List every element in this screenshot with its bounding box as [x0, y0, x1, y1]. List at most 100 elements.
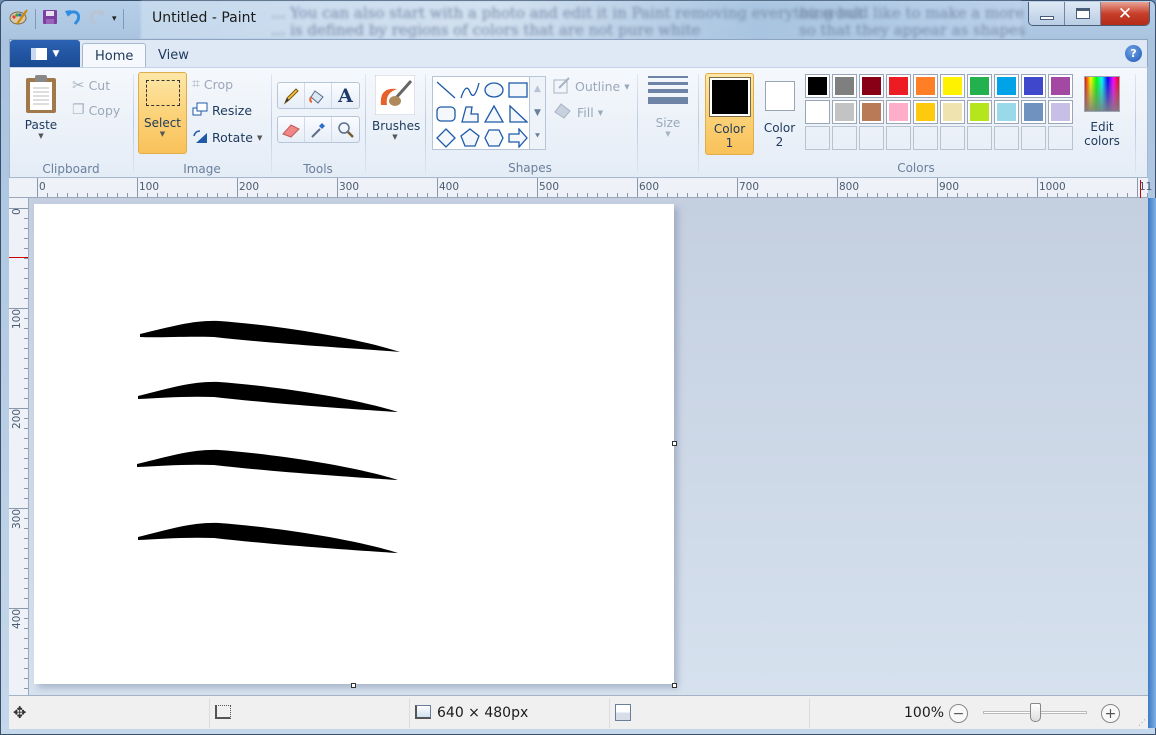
help-icon[interactable]: ?: [1125, 45, 1142, 62]
palette-swatch[interactable]: [1021, 100, 1046, 124]
maximize-button[interactable]: [1065, 2, 1101, 25]
application-menu-button[interactable]: ▼: [10, 40, 80, 67]
palette-swatch[interactable]: [832, 74, 857, 98]
custom-color-slot[interactable]: [1048, 126, 1073, 150]
scroll-up-icon[interactable]: ▲: [534, 84, 541, 94]
resize-handle-right[interactable]: [672, 441, 677, 446]
text-icon[interactable]: A: [332, 83, 359, 108]
custom-color-slot[interactable]: [967, 126, 992, 150]
crop-button[interactable]: ⌗ Crop: [192, 76, 233, 92]
palette-swatch[interactable]: [805, 74, 830, 98]
resize-handle-corner[interactable]: [672, 683, 677, 688]
right-arrow-shape-icon[interactable]: [506, 126, 530, 150]
line-size-icon: [648, 76, 688, 104]
custom-color-slot[interactable]: [886, 126, 911, 150]
right-triangle-shape-icon[interactable]: [506, 102, 530, 126]
color1-label: Color: [713, 122, 746, 136]
tab-home[interactable]: Home: [82, 43, 147, 68]
paste-button[interactable]: Paste ▼: [18, 74, 64, 140]
menu-icon: [30, 47, 47, 60]
custom-color-slot[interactable]: [940, 126, 965, 150]
size-button[interactable]: Size ▼: [645, 76, 691, 138]
resize-button[interactable]: Resize: [192, 102, 252, 119]
palette-swatch[interactable]: [994, 74, 1019, 98]
minimize-button[interactable]: [1029, 2, 1065, 25]
palette-swatch[interactable]: [967, 100, 992, 124]
undo-icon[interactable]: [64, 8, 82, 30]
canvas-workspace: [29, 198, 1148, 695]
custom-color-slot[interactable]: [1021, 126, 1046, 150]
pentagon-shape-icon[interactable]: [458, 126, 482, 150]
palette-swatch[interactable]: [940, 74, 965, 98]
palette-swatch[interactable]: [832, 100, 857, 124]
custom-color-slot[interactable]: [859, 126, 884, 150]
rotate-button[interactable]: Rotate ▼: [192, 128, 262, 147]
outline-button[interactable]: Outline ▼: [553, 76, 630, 97]
oval-shape-icon[interactable]: [482, 78, 506, 102]
customize-dropdown-icon[interactable]: ▾: [112, 14, 117, 24]
palette-swatch[interactable]: [940, 100, 965, 124]
curve-shape-icon[interactable]: [458, 78, 482, 102]
line-shape-icon[interactable]: [434, 78, 458, 102]
palette-swatch[interactable]: [913, 74, 938, 98]
palette-swatch[interactable]: [967, 74, 992, 98]
polygon-shape-icon[interactable]: [458, 102, 482, 126]
fill-button[interactable]: Fill ▼: [553, 102, 603, 123]
eraser-icon[interactable]: [278, 117, 305, 142]
cut-button[interactable]: ✂ Cut: [72, 76, 110, 94]
close-button[interactable]: ✕: [1101, 2, 1149, 25]
palette-swatch[interactable]: [859, 100, 884, 124]
magnifier-icon[interactable]: [332, 117, 359, 142]
title-bar[interactable]: ▾ Untitled - Paint ✕: [1, 1, 1155, 39]
rounded-rectangle-shape-icon[interactable]: [434, 102, 458, 126]
resize-grip-icon[interactable]: ⋰: [1138, 718, 1146, 727]
palette-swatch[interactable]: [913, 100, 938, 124]
redo-icon[interactable]: [88, 8, 106, 30]
fill-bucket-icon[interactable]: [305, 83, 332, 108]
edit-colors-button[interactable]: Edit colors: [1080, 76, 1124, 148]
save-icon[interactable]: [42, 9, 58, 29]
resize-handle-bottom[interactable]: [351, 683, 356, 688]
edit-colors-label: colors: [1084, 134, 1120, 148]
shapes-scrollbar[interactable]: ▲ ▼ ⯆: [530, 76, 546, 150]
brushes-button[interactable]: Brushes ▼: [372, 74, 420, 141]
rectangle-shape-icon[interactable]: [506, 78, 530, 102]
paint-app-icon[interactable]: [9, 7, 29, 31]
ruler-cursor-marker: [1140, 180, 1141, 198]
vertical-ruler: 0 100 200 300 400: [9, 198, 29, 695]
palette-swatch[interactable]: [994, 100, 1019, 124]
ruler-label: 1000: [1039, 181, 1066, 193]
tab-view[interactable]: View: [146, 43, 201, 68]
palette-swatch[interactable]: [1048, 74, 1073, 98]
triangle-shape-icon[interactable]: [482, 102, 506, 126]
zoom-out-button[interactable]: −: [949, 704, 968, 723]
shapes-gallery: [432, 76, 530, 150]
palette-swatch[interactable]: [859, 74, 884, 98]
zoom-slider-thumb[interactable]: [1030, 703, 1041, 722]
palette-swatch[interactable]: [805, 100, 830, 124]
color-spectrum-icon: [1084, 76, 1120, 112]
diamond-shape-icon[interactable]: [434, 126, 458, 150]
select-button[interactable]: Select ▼: [138, 72, 187, 154]
palette-swatch[interactable]: [886, 100, 911, 124]
scroll-down-icon[interactable]: ▼: [534, 108, 541, 118]
custom-color-slot[interactable]: [994, 126, 1019, 150]
custom-color-slot[interactable]: [832, 126, 857, 150]
pencil-icon[interactable]: [278, 83, 305, 108]
copy-button[interactable]: ❐ Copy: [72, 102, 120, 118]
color1-button[interactable]: Color 1: [705, 73, 754, 155]
expand-gallery-icon[interactable]: ⯆: [534, 132, 541, 142]
custom-color-slot[interactable]: [805, 126, 830, 150]
hexagon-shape-icon[interactable]: [482, 126, 506, 150]
clipboard-icon: [26, 75, 56, 113]
palette-swatch[interactable]: [886, 74, 911, 98]
zoom-in-button[interactable]: +: [1101, 704, 1120, 723]
group-brushes[interactable]: Brushes ▼: [366, 68, 422, 178]
select-label: Select: [143, 116, 182, 130]
palette-swatch[interactable]: [1048, 100, 1073, 124]
palette-swatch[interactable]: [1021, 74, 1046, 98]
color2-button[interactable]: Color 2: [757, 73, 802, 155]
drawing-canvas[interactable]: [34, 204, 674, 684]
color-picker-icon[interactable]: [305, 117, 332, 142]
custom-color-slot[interactable]: [913, 126, 938, 150]
